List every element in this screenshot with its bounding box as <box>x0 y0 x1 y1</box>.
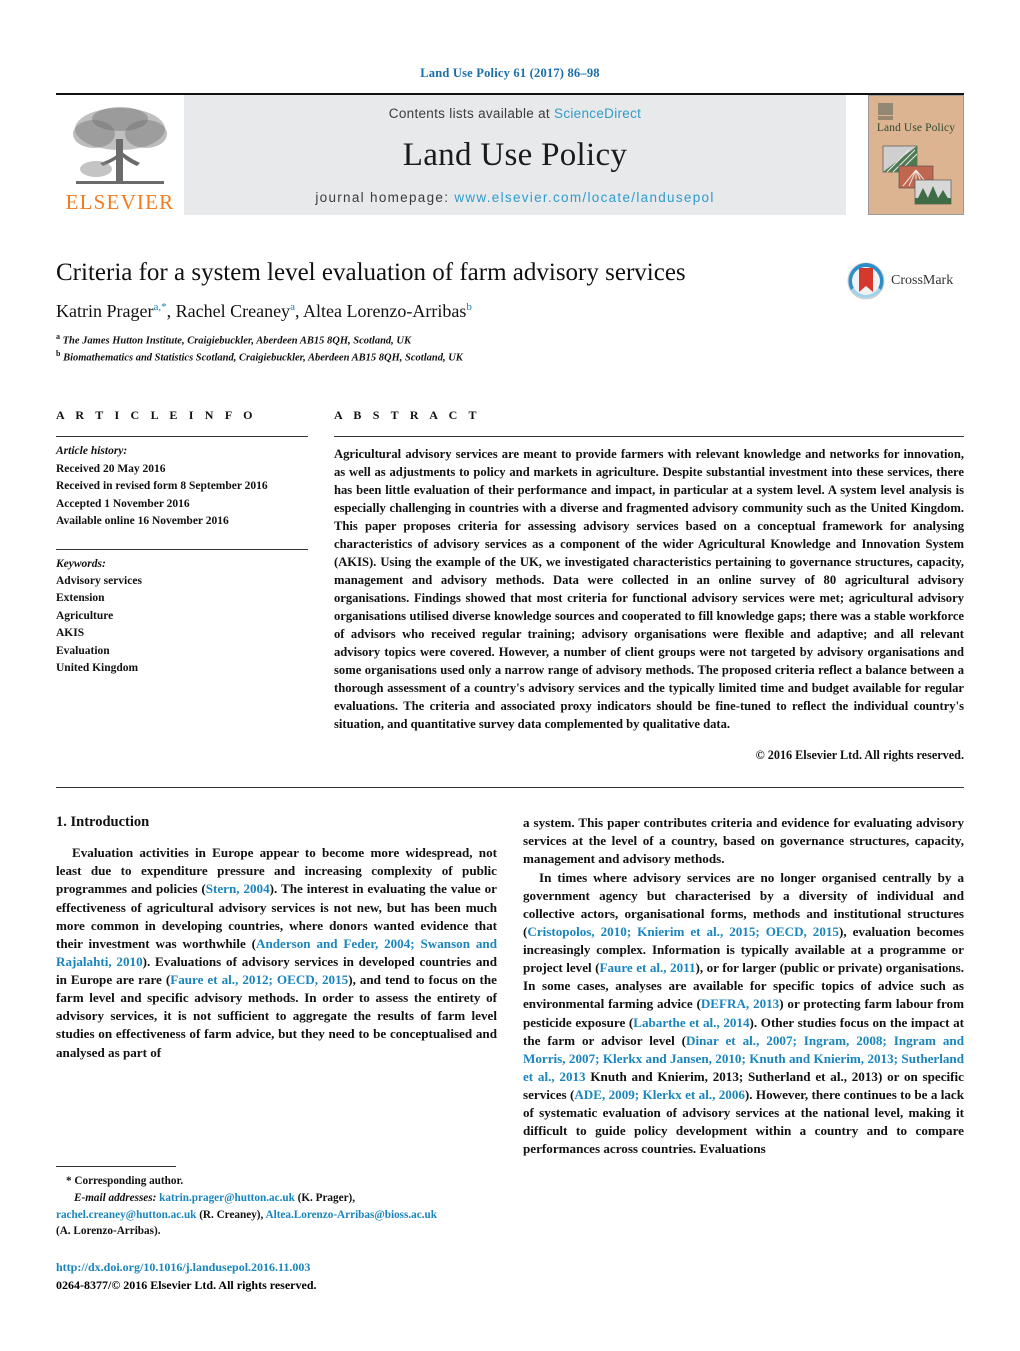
author-3: Altea Lorenzo-Arribasb <box>303 301 472 321</box>
article-info-heading: A R T I C L E I N F O <box>56 408 257 423</box>
citation-link[interactable]: DEFRA, 2013 <box>701 996 779 1011</box>
abstract-bottom-rule <box>56 787 964 789</box>
homepage-prefix: journal homepage: <box>315 190 455 205</box>
doi-link[interactable]: http://dx.doi.org/10.1016/j.landusepol.2… <box>56 1258 508 1276</box>
keyword-item: Advisory services <box>56 575 142 587</box>
contents-prefix: Contents lists available at <box>388 106 555 121</box>
intro-paragraph-right-2: In times where advisory services are no … <box>523 869 964 1159</box>
affiliation-a: a The James Hutton Institute, Craigiebuc… <box>56 331 964 349</box>
affiliation-b-text: Biomathematics and Statistics Scotland, … <box>63 352 463 364</box>
issn-copyright-line: 0264-8377/© 2016 Elsevier Ltd. All right… <box>56 1278 317 1293</box>
cover-elsevier-icon <box>878 103 893 120</box>
citation-link[interactable]: Faure et al., 2011 <box>600 960 696 975</box>
keyword-item: Agriculture <box>56 609 114 622</box>
journal-homepage-link[interactable]: www.elsevier.com/locate/landusepol <box>454 190 714 205</box>
author-list: Katrin Pragera,*, Rachel Creaneya, Altea… <box>56 300 472 321</box>
citation-link[interactable]: Faure et al., 2012; OECD, 2015 <box>170 972 348 987</box>
keywords-block: Keywords: Advisory services Extension Ag… <box>56 550 308 678</box>
author-3-name: Altea Lorenzo-Arribas <box>302 300 467 321</box>
footnote-rule <box>56 1166 176 1167</box>
keyword-item: AKIS <box>56 627 85 640</box>
journal-homepage-line: journal homepage: www.elsevier.com/locat… <box>315 190 714 205</box>
email-link-3[interactable]: Altea.Lorenzo-Arribas@bioss.ac.uk <box>266 1209 437 1221</box>
intro-paragraph-left: Evaluation activities in Europe appear t… <box>56 844 497 1062</box>
cover-journal-title: Land Use Policy <box>876 122 956 134</box>
sciencedirect-link[interactable]: ScienceDirect <box>554 106 641 121</box>
history-item: Accepted 1 November 2016 <box>56 497 190 510</box>
journal-title: Land Use Policy <box>402 137 628 173</box>
running-head: Land Use Policy 61 (2017) 86–98 <box>420 66 600 80</box>
elsevier-tree-icon <box>73 107 167 184</box>
affiliation-list: a The James Hutton Institute, Craigiebuc… <box>56 331 964 366</box>
email-line-3: (A. Lorenzo-Arribas). <box>56 1225 161 1238</box>
crossmark-label: CrossMark <box>891 273 954 288</box>
history-item: Received 20 May 2016 <box>56 462 166 475</box>
author-3-marks: b <box>466 300 472 313</box>
body-text: a system. This paper contributes criteri… <box>523 815 964 867</box>
elsevier-wordmark: ELSEVIER <box>65 190 175 214</box>
keyword-item: Evaluation <box>56 644 110 657</box>
author-1: Katrin Pragera,* <box>56 301 167 321</box>
email-line-1: E-mail addresses: katrin.prager@hutton.a… <box>56 1190 508 1207</box>
history-item: Available online 16 November 2016 <box>56 515 229 528</box>
masthead-center: Contents lists available at ScienceDirec… <box>184 95 846 215</box>
doi-block: http://dx.doi.org/10.1016/j.landusepol.2… <box>56 1258 508 1294</box>
citation-link[interactable]: Stern, 2004 <box>206 881 270 896</box>
keyword-item: United Kingdom <box>56 662 139 675</box>
email-link-1[interactable]: katrin.prager@hutton.ac.uk <box>159 1192 295 1204</box>
author-1-marks: a,* <box>153 300 167 313</box>
author-2-marks: a <box>290 300 295 313</box>
abstract-text: Agricultural advisory services are meant… <box>334 447 964 732</box>
crossmark-icon <box>847 262 885 300</box>
author-2-name: Rachel Creaney <box>175 300 291 321</box>
abstract-heading: A B S T R A C T <box>334 408 481 423</box>
crossmark-badge[interactable]: CrossMark <box>846 261 964 301</box>
email-line-2: rachel.creaney@hutton.ac.uk (R. Creaney)… <box>56 1207 508 1224</box>
cover-artwork <box>882 145 952 205</box>
journal-cover-thumbnail: Land Use Policy <box>868 95 964 215</box>
citation-link[interactable]: Cristopolos, 2010; Knierim et al., 2015;… <box>527 924 839 939</box>
journal-masthead: ELSEVIER Contents lists available at Sci… <box>56 93 964 215</box>
citation-link[interactable]: ADE, 2009; Klerkx et al., 2006 <box>574 1087 745 1102</box>
contents-lists-line: Contents lists available at ScienceDirec… <box>389 106 641 121</box>
email-owner-2: (R. Creaney), <box>196 1208 264 1221</box>
author-2: Rachel Creaneya <box>176 301 295 321</box>
article-info-column: A R T I C L E I N F O Article history: R… <box>56 408 308 763</box>
affiliation-b: b Biomathematics and Statistics Scotland… <box>56 348 964 366</box>
affiliation-a-text: The James Hutton Institute, Craigiebuckl… <box>62 335 412 347</box>
history-item: Received in revised form 8 September 201… <box>56 480 268 493</box>
keyword-item: Extension <box>56 592 105 605</box>
title-block: CrossMark Criteria for a system level ev… <box>56 259 964 366</box>
keywords-label: Keywords: <box>56 557 106 570</box>
elsevier-logo: ELSEVIER <box>56 95 184 215</box>
body-column-left: 1. Introduction Evaluation activities in… <box>56 814 497 1294</box>
email-addresses-label: E-mail addresses: <box>74 1191 157 1204</box>
affiliation-b-mark: b <box>56 349 61 359</box>
intro-paragraph-right-1: a system. This paper contributes criteri… <box>523 814 964 868</box>
affiliation-a-mark: a <box>56 331 60 341</box>
abstract-column: A B S T R A C T Agricultural advisory se… <box>334 408 964 763</box>
abstract-copyright: © 2016 Elsevier Ltd. All rights reserved… <box>755 748 964 763</box>
footnote-text: * Corresponding author. E-mail addresses… <box>56 1173 508 1240</box>
citation-link[interactable]: Labarthe et al., 2014 <box>633 1015 749 1030</box>
paper-page: Land Use Policy 61 (2017) 86–98 ELSEVIER <box>0 0 1020 1351</box>
body-columns: 1. Introduction Evaluation activities in… <box>56 814 964 1294</box>
info-and-abstract: A R T I C L E I N F O Article history: R… <box>56 408 964 763</box>
author-1-name: Katrin Prager <box>56 300 154 321</box>
email-owner-1: (K. Prager), <box>294 1191 356 1204</box>
body-column-right: a system. This paper contributes criteri… <box>523 814 964 1294</box>
section-heading-introduction: 1. Introduction <box>56 814 150 831</box>
corresponding-author-note: * Corresponding author. <box>66 1175 184 1187</box>
page-title: Criteria for a system level evaluation o… <box>56 259 686 286</box>
article-history-label: Article history: <box>56 445 128 458</box>
email-link-2[interactable]: rachel.creaney@hutton.ac.uk <box>56 1209 196 1221</box>
footnote-block: * Corresponding author. E-mail addresses… <box>56 1166 508 1294</box>
article-history-block: Article history: Received 20 May 2016 Re… <box>56 437 308 530</box>
